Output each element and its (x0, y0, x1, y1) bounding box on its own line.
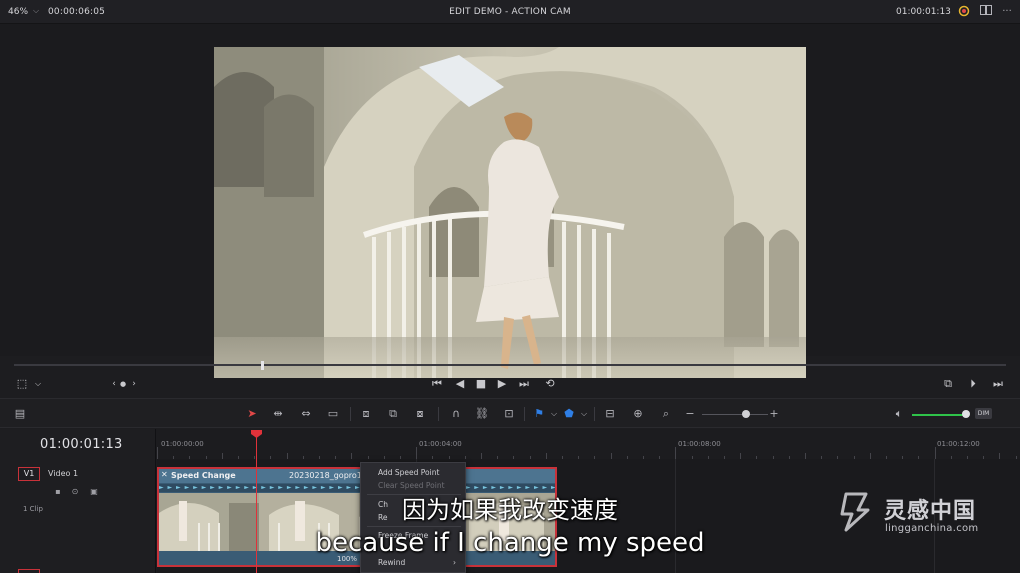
flag-icon[interactable]: ⚑ (531, 406, 547, 422)
watermark-url: lingganchina.com (885, 523, 979, 534)
ruler-tick (934, 447, 936, 459)
menu-item-clear-speed-point: Clear Speed Point (378, 481, 445, 490)
current-timecode: 01:00:01:13 (896, 7, 951, 17)
skip-to-start-icon[interactable]: ⏮ (429, 374, 445, 394)
ruler-label: 01:00:04:00 (419, 440, 462, 448)
clip-title: Speed Change (171, 471, 236, 480)
transport-controls: ⬚ ⌵ ‹ ● › ⏮ ◀ ■ ▶ ⏭ ⟲ ⧉ ⏵ ⏭ (0, 374, 1020, 394)
submenu-chevron-icon: › (453, 558, 456, 567)
ruler-tick (157, 447, 158, 459)
ruler-label: 01:00:00:00 (161, 440, 204, 448)
volume-slider-handle[interactable] (962, 410, 970, 418)
chevron-down-icon[interactable]: ⌵ (576, 406, 592, 422)
play-icon[interactable]: ▶ (494, 374, 510, 394)
viewer-top-bar: 46% ⌵ 00:00:06:05 EDIT DEMO - ACTION CAM… (0, 0, 1020, 24)
timeline-title[interactable]: EDIT DEMO - ACTION CAM (0, 7, 1020, 17)
stop-icon[interactable]: ■ (473, 374, 489, 394)
next-marker-icon[interactable]: › (126, 374, 142, 394)
menu-item-add-speed-point[interactable]: Add Speed Point (378, 468, 439, 477)
dim-button[interactable]: DIM (975, 408, 992, 419)
zoom-slider-track[interactable] (702, 414, 768, 415)
next-clip-icon[interactable]: ⏵ (965, 374, 981, 394)
full-extent-zoom-icon[interactable]: ⊟ (602, 406, 618, 422)
toolbar-divider (438, 407, 439, 421)
chevron-down-icon[interactable]: ⌵ (30, 374, 46, 394)
custom-zoom-icon[interactable]: ⌕ (658, 406, 674, 422)
linked-selection-icon[interactable]: ⛓ (474, 406, 490, 422)
match-frame-icon[interactable]: ⧉ (940, 374, 956, 394)
track-name[interactable]: Video 1 (48, 469, 78, 478)
toolbar-divider (594, 407, 595, 421)
snapping-icon[interactable]: ∩ (448, 406, 464, 422)
viewer-scrubber[interactable] (14, 364, 1006, 366)
ruler-tick (675, 447, 677, 459)
timeline-ruler[interactable]: 01:00:00:00 01:00:04:00 01:00:08:00 01:0… (157, 429, 1020, 459)
zoom-slider-handle[interactable] (742, 410, 750, 418)
ruler-label: 01:00:08:00 (678, 440, 721, 448)
skip-to-end-icon[interactable]: ⏭ (516, 374, 532, 394)
lock-icon[interactable]: ⊡ (501, 406, 517, 422)
crop-icon[interactable]: ⬚ (14, 374, 30, 394)
play-reverse-icon[interactable]: ◀ (452, 374, 468, 394)
toolbar-divider (350, 407, 351, 421)
color-wheel-icon[interactable] (957, 5, 971, 19)
video-viewer[interactable] (0, 24, 1020, 378)
dynamic-trim-icon[interactable]: ⇔ (298, 406, 314, 422)
speaker-icon[interactable]: 🔈︎ (891, 406, 907, 422)
more-options-icon[interactable]: ··· (1000, 5, 1014, 19)
loop-icon[interactable]: ⟲ (542, 374, 558, 394)
ruler-tick (416, 447, 418, 459)
video-frame (214, 47, 806, 378)
timeline-view-options-icon[interactable]: ▤ (12, 406, 28, 422)
track-destination-a1[interactable] (18, 569, 40, 573)
zoom-out-icon[interactable]: − (682, 406, 698, 422)
zoom-in-icon[interactable]: + (766, 406, 782, 422)
marker-icon[interactable]: ⬟ (561, 406, 577, 422)
volume-slider-track[interactable] (912, 414, 966, 416)
close-icon[interactable]: ✕ (161, 470, 168, 479)
scrubber-handle[interactable] (261, 361, 264, 370)
clip-filename: 20230218_gopro11 (289, 471, 367, 480)
menu-item-rewind[interactable]: Rewind (378, 558, 405, 567)
overwrite-clip-icon[interactable]: ⧉ (385, 406, 401, 422)
trim-edit-icon[interactable]: ⇹ (270, 406, 286, 422)
menu-divider (367, 526, 461, 527)
toolbar-divider (524, 407, 525, 421)
replace-clip-icon[interactable]: ⧇ (412, 406, 428, 422)
ruler-label: 01:00:12:00 (937, 440, 980, 448)
timeline-timecode[interactable]: 01:00:01:13 (40, 437, 123, 452)
clip-header: ✕ Speed Change 20230218_gopro11 (159, 469, 555, 483)
watermark-brand: 灵感中国 (884, 499, 977, 524)
chevron-down-icon[interactable]: ⌵ (546, 406, 562, 422)
track-destination-v1[interactable]: V1 (18, 467, 40, 481)
edit-toolbar: ▤ ➤ ⇹ ⇔ ▭ ⧈ ⧉ ⧇ ∩ ⛓ ⊡ ⚑ ⌵ ⬟ ⌵ ⊟ ⊕ ⌕ − + … (0, 398, 1020, 428)
last-frame-icon[interactable]: ⏭ (990, 374, 1006, 394)
chevron-down-icon[interactable]: ⌵ (564, 6, 570, 16)
selection-pointer-icon[interactable]: ➤ (244, 406, 260, 422)
blade-edit-icon[interactable]: ▭ (325, 406, 341, 422)
watermark-logo-icon (832, 490, 876, 534)
dual-view-icon[interactable] (979, 5, 993, 19)
insert-clip-icon[interactable]: ⧈ (358, 406, 374, 422)
detail-zoom-icon[interactable]: ⊕ (630, 406, 646, 422)
